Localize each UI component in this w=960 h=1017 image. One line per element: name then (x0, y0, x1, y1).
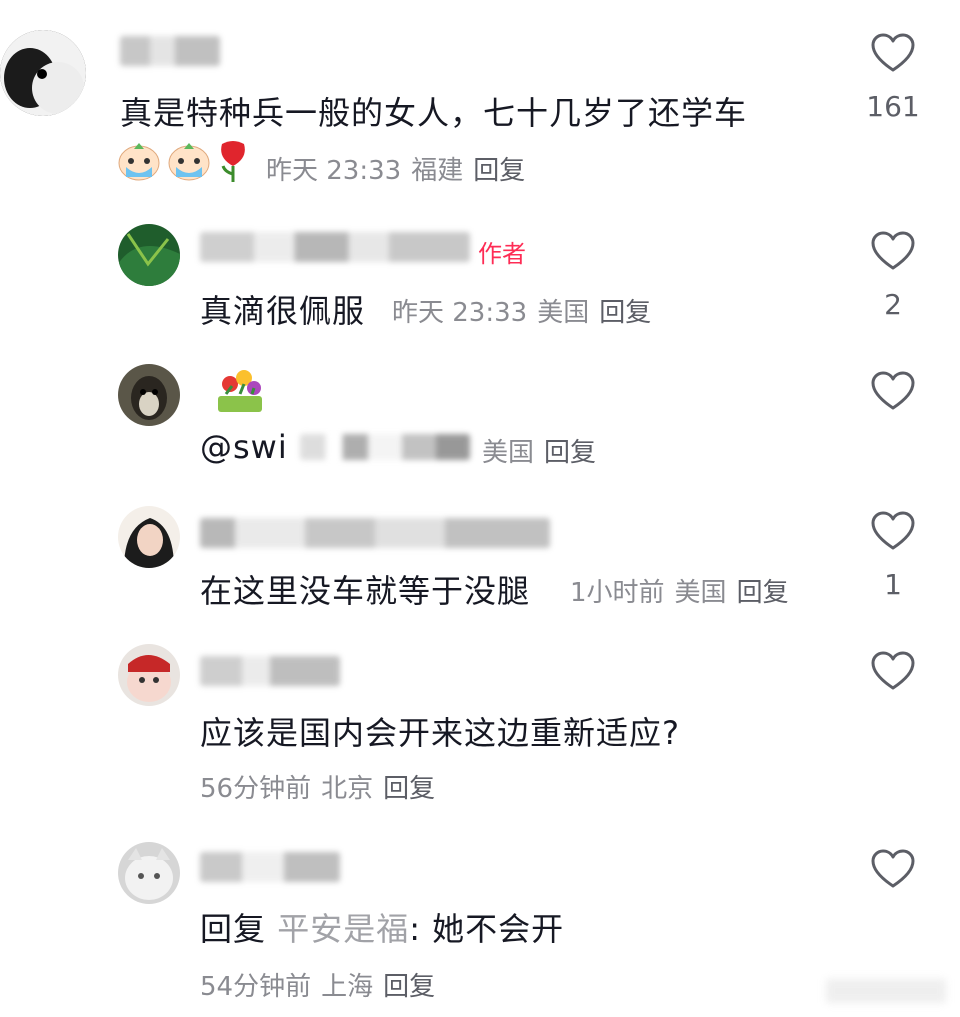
reply-button[interactable]: 回复 (473, 156, 525, 186)
reply-item: 在这里没车就等于没腿 1小时前 美国 回复 1 (0, 500, 960, 640)
comment-text: 回复 平安是福: 她不会开 (200, 904, 564, 950)
like-count: 2 (884, 288, 902, 321)
rose-emoji (221, 141, 245, 182)
reply-item: 应该是国内会开来这边重新适应? 56分钟前 北京 回复 (0, 640, 960, 840)
comment-text: @swi (200, 428, 288, 466)
flower-bouquet-emoji (218, 370, 262, 412)
comment-time: 54分钟前 (200, 972, 312, 1002)
comment-location: 美国 (482, 438, 535, 468)
heart-outline-icon[interactable] (870, 230, 916, 272)
reply-item: 回复 平安是福: 她不会开 54分钟前 上海 回复 (0, 840, 960, 1017)
comment-location: 美国 (537, 298, 590, 328)
avatar[interactable] (118, 842, 180, 904)
comment-location: 北京 (321, 774, 374, 804)
watermark (826, 979, 946, 1003)
comment-text: 真是特种兵一般的女人，七十几岁了还学车 (120, 94, 748, 132)
comment-meta: 56分钟前 北京 回复 (200, 768, 435, 805)
heart-outline-icon[interactable] (870, 848, 916, 890)
comment-meta: 昨天 23:33 美国 回复 (392, 292, 651, 329)
comment-location: 上海 (321, 972, 374, 1002)
username[interactable] (200, 852, 340, 882)
comment-meta: 54分钟前 上海 回复 (200, 966, 435, 1003)
avatar[interactable] (118, 644, 180, 706)
heart-outline-icon[interactable] (870, 32, 916, 74)
username[interactable] (200, 518, 550, 548)
redacted-content (300, 434, 470, 460)
crying-face-emoji (118, 143, 160, 181)
crying-face-emoji (168, 143, 210, 181)
emoji-row (116, 140, 250, 184)
avatar[interactable] (118, 224, 180, 286)
reply-item: 作者 真滴很佩服 昨天 23:33 美国 回复 2 (0, 200, 960, 350)
comment-meta: 美国 回复 (482, 432, 596, 469)
comment-text: 真滴很佩服 (200, 292, 366, 330)
comment-meta: 1小时前 美国 回复 (570, 572, 789, 609)
reply-body: : 她不会开 (409, 910, 565, 948)
avatar[interactable] (118, 364, 180, 426)
username[interactable] (200, 232, 470, 262)
heart-outline-icon[interactable] (870, 510, 916, 552)
author-badge: 作者 (478, 240, 526, 268)
comment-meta: 昨天 23:33 福建 回复 (266, 150, 525, 187)
comment-time: 昨天 23:33 (266, 156, 402, 186)
reply-button[interactable]: 回复 (599, 298, 651, 328)
username[interactable] (120, 36, 220, 66)
comment-time: 56分钟前 (200, 774, 312, 804)
comment-location: 美国 (674, 578, 727, 608)
reply-button[interactable]: 回复 (544, 438, 596, 468)
comment-location: 福建 (411, 156, 464, 186)
avatar[interactable] (0, 30, 86, 116)
reply-prefix: 回复 (200, 910, 267, 948)
heart-outline-icon[interactable] (870, 650, 916, 692)
quoted-username[interactable]: 平安是福 (277, 910, 409, 948)
comment-text: 应该是国内会开来这边重新适应? (200, 714, 680, 752)
comment-text: 在这里没车就等于没腿 (200, 572, 531, 610)
reply-button[interactable]: 回复 (383, 774, 435, 804)
emoji-row (212, 366, 268, 414)
reply-button[interactable]: 回复 (383, 972, 435, 1002)
comment-item: 真是特种兵一般的女人，七十几岁了还学车 昨天 23:33 福建 回复 161 (0, 0, 960, 200)
comment-time: 昨天 23:33 (392, 298, 528, 328)
reply-button[interactable]: 回复 (737, 578, 789, 608)
avatar[interactable] (118, 506, 180, 568)
like-count: 161 (866, 90, 920, 123)
like-count: 1 (884, 568, 902, 601)
username[interactable] (200, 656, 340, 686)
comment-time: 1小时前 (570, 578, 665, 608)
reply-item: @swi 美国 回复 (0, 350, 960, 500)
heart-outline-icon[interactable] (870, 370, 916, 412)
